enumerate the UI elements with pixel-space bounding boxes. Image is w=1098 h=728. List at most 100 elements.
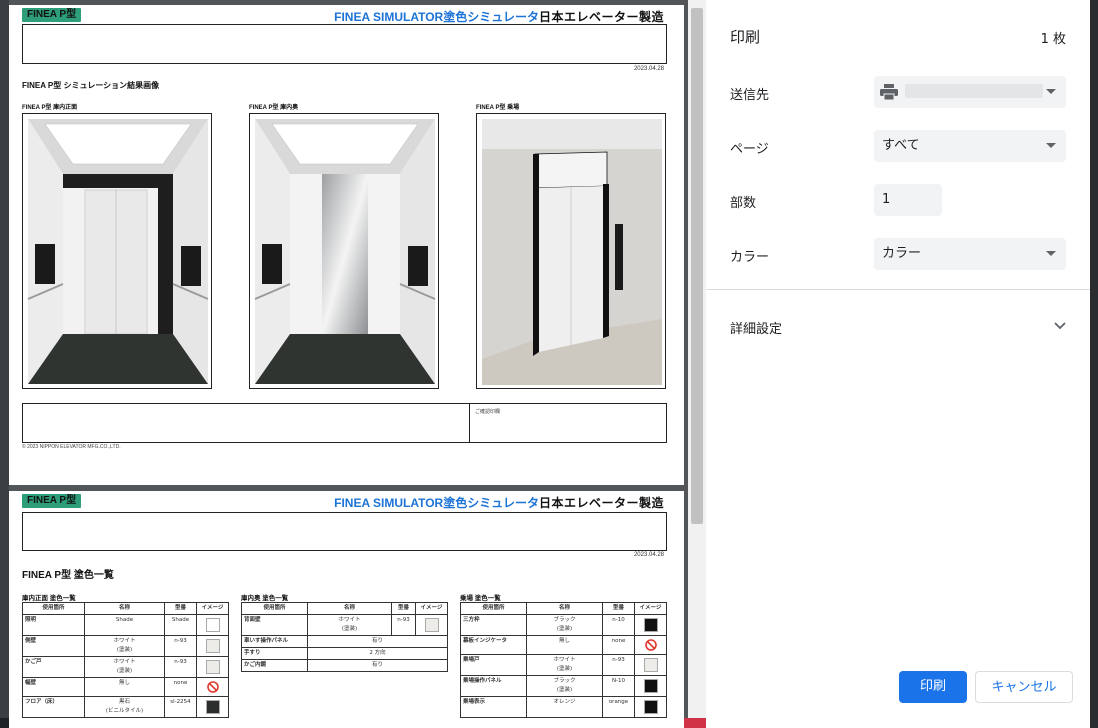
header-note-box — [22, 512, 667, 551]
table-row: 背面壁 ホワイト (塗装) n-93 — [241, 614, 448, 636]
cell-place: かご内鏡 — [241, 659, 308, 672]
color-select[interactable]: カラー — [874, 238, 1066, 270]
cell-name: 有り — [307, 659, 448, 672]
col-header: 名称 — [526, 602, 603, 615]
table-row: かご内鏡 有り — [241, 659, 448, 672]
col-header: 使用箇所 — [241, 602, 308, 615]
col-header: イメージ — [196, 602, 229, 615]
chevron-down-icon — [1054, 322, 1066, 330]
cell-name: 2 方向 — [307, 647, 448, 660]
image-cabin-front — [22, 113, 212, 389]
background-right-strip — [1090, 0, 1098, 728]
cell-code: orange — [602, 696, 635, 718]
cell-code: n-10 — [602, 614, 635, 636]
table-row: 幅壁 無し none — [22, 677, 229, 697]
cell-image — [196, 656, 229, 678]
cell-name: ホワイト (塗装) — [526, 654, 603, 676]
table-row: 手すり 2 方向 — [241, 647, 448, 660]
color-swatch — [205, 639, 220, 653]
color-swatch — [643, 658, 658, 672]
cell-code: Shade — [164, 614, 197, 636]
cell-place: 手すり — [241, 647, 308, 660]
print-button[interactable]: 印刷 — [899, 671, 967, 703]
cell-code: n-93 — [391, 614, 416, 636]
cell-place: 側壁 — [22, 635, 85, 657]
image-hall — [476, 113, 666, 389]
table-row: 車いす操作パネル 有り — [241, 635, 448, 648]
destination-label: 送信先 — [730, 88, 770, 103]
color-swatch — [205, 618, 220, 632]
section-title: FINEA P型 シミュレーション結果画像 — [22, 81, 160, 90]
table-row: 照明 Shade Shade — [22, 614, 229, 636]
cell-image — [196, 635, 229, 657]
cell-name: ホワイト (塗装) — [307, 614, 392, 636]
cell-place: 三方枠 — [460, 614, 527, 636]
cancel-button[interactable]: キャンセル — [975, 671, 1073, 703]
pages-select[interactable]: すべて — [874, 130, 1066, 162]
cell-image — [634, 675, 667, 697]
col-header: 型番 — [602, 602, 635, 615]
preview-scrollbar-track[interactable] — [688, 0, 706, 718]
cell-place: 幅壁 — [22, 677, 85, 697]
print-settings-panel: 印刷 1 枚 送信先 ページ すべて 部数 1 カラー カラー 詳細設定 印刷 … — [706, 0, 1090, 728]
simulator-title: FINEA SIMULATOR塗色シミュレータ — [334, 10, 539, 24]
col-header: 型番 — [164, 602, 197, 615]
copies-label: 部数 — [730, 196, 757, 211]
col-header: 使用箇所 — [460, 602, 527, 615]
table-row: 側壁 ホワイト (塗装) n-93 — [22, 635, 229, 657]
table-row: 乗場戸 ホワイト (塗装) n-93 — [460, 654, 667, 676]
table-title-hall: 乗場 塗色一覧 — [460, 595, 501, 602]
chevron-down-icon — [1046, 143, 1056, 148]
printer-icon — [880, 84, 898, 100]
cell-image — [196, 677, 229, 697]
col-header: 名称 — [307, 602, 392, 615]
page-header-title: FINEA SIMULATOR塗色シミュレータ日本エレベーター製造 — [334, 8, 664, 25]
remarks-box — [22, 403, 667, 443]
print-title: 印刷 — [730, 28, 761, 46]
cell-image — [634, 635, 667, 655]
cell-code: N-10 — [602, 675, 635, 697]
caption-front: FINEA P型 庫内正面 — [22, 105, 78, 111]
preview-page-1: FINEA P型 FINEA SIMULATOR塗色シミュレータ日本エレベーター… — [9, 5, 684, 485]
cell-place: 乗場戸 — [460, 654, 527, 676]
table-row: かご戸 ホワイト (塗装) n-93 — [22, 656, 229, 678]
color-table-hall: 使用箇所 名称 型番 イメージ 三方枠 ブラック (塗装) n-10 幕板インジケータ… — [460, 602, 667, 718]
cell-name: ホワイト (塗装) — [84, 635, 165, 657]
remarks-divider — [469, 403, 470, 443]
advanced-settings-label: 詳細設定 — [730, 322, 783, 337]
table-title-front: 庫内正面 塗色一覧 — [22, 595, 76, 602]
background-left-strip — [0, 0, 9, 728]
section-title: FINEA P型 塗色一覧 — [22, 570, 114, 581]
color-swatch — [643, 679, 658, 693]
destination-select[interactable] — [874, 76, 1066, 108]
color-swatch — [205, 700, 220, 714]
confirm-stamp-label: ご確認印欄 — [475, 409, 501, 415]
copies-input[interactable]: 1 — [874, 184, 942, 216]
advanced-settings-toggle[interactable]: 詳細設定 — [730, 318, 1066, 338]
cell-name: 有り — [307, 635, 448, 648]
cell-image — [634, 614, 667, 636]
copies-value: 1 — [882, 192, 891, 207]
caption-hall: FINEA P型 乗場 — [476, 105, 520, 111]
color-swatch — [424, 618, 439, 632]
cell-place: 車いす操作パネル — [241, 635, 308, 648]
print-date: 2023.04.28 — [633, 66, 664, 72]
cell-place: 乗場操作パネル — [460, 675, 527, 697]
col-header: 使用箇所 — [22, 602, 85, 615]
cell-code: n-93 — [164, 635, 197, 657]
model-badge: FINEA P型 — [22, 8, 82, 22]
cell-image — [634, 654, 667, 676]
sheet-count: 1 枚 — [1040, 32, 1066, 47]
preview-scrollbar-thumb[interactable] — [691, 8, 703, 524]
cell-name: Shade — [84, 614, 165, 636]
color-swatch — [205, 660, 220, 674]
cell-code: sl-2254 — [164, 696, 197, 718]
copyright: © 2023 NIPPON ELEVATOR MFG.CO.,LTD. — [22, 444, 121, 450]
cell-name: ブラック (塗装) — [526, 614, 603, 636]
table-title-back: 庫内奥 塗色一覧 — [241, 595, 289, 602]
company-name: 日本エレベーター製造 — [538, 10, 664, 24]
cell-code: none — [602, 635, 635, 655]
none-icon — [206, 681, 219, 693]
cell-name: オレンジ — [526, 696, 603, 718]
cell-place: 乗場表示 — [460, 696, 527, 718]
